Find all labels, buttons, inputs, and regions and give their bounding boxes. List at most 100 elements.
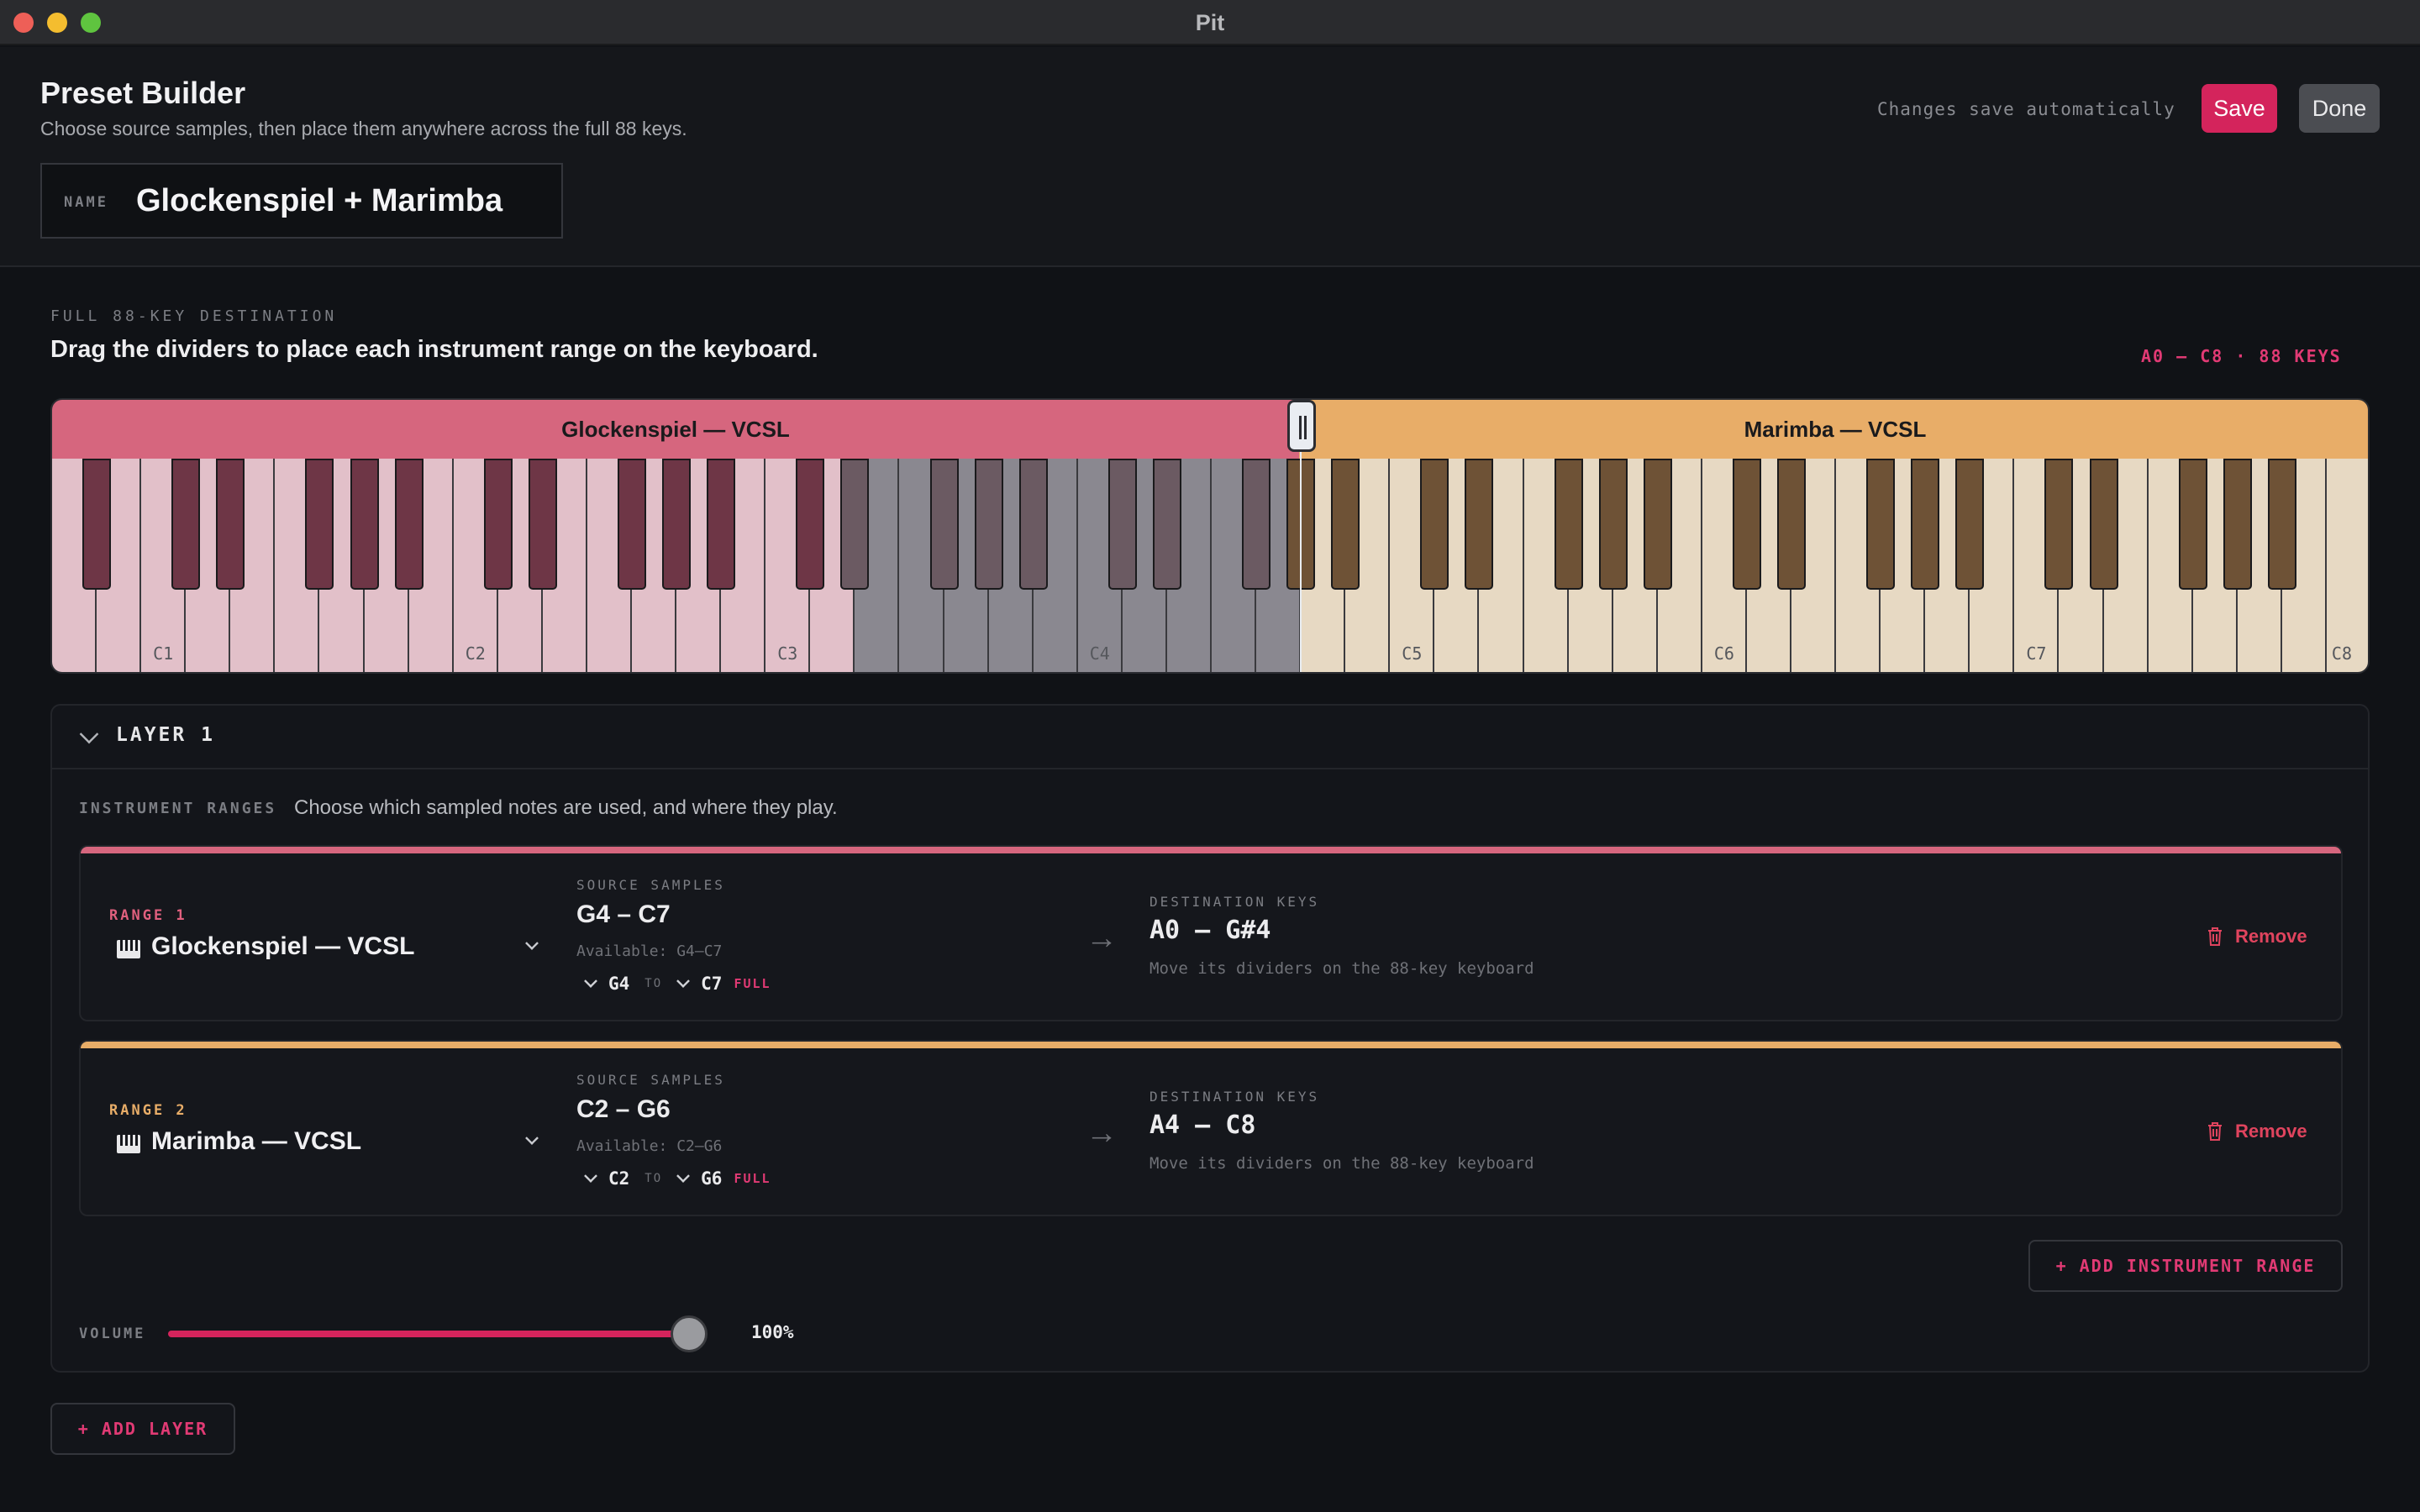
octave-label: C1: [153, 643, 174, 664]
piano-keys[interactable]: C1 C2 C3 C4 C5 C6 C7 C8: [52, 459, 2368, 672]
black-key[interactable]: [483, 459, 513, 590]
full-range-badge[interactable]: FULL: [734, 976, 771, 991]
chevron-down-icon[interactable]: [676, 974, 691, 988]
volume-label: VOLUME: [79, 1326, 146, 1342]
source-samples-value: C2 – G6: [576, 1095, 671, 1123]
instrument-ranges-desc: Choose which sampled notes are used, and…: [294, 796, 838, 819]
black-key[interactable]: [1420, 459, 1449, 590]
source-to-select[interactable]: C7: [701, 974, 722, 994]
black-key[interactable]: [528, 459, 557, 590]
source-range-selectors: G4 TO C7 FULL: [584, 973, 771, 995]
title-bar: Pit: [0, 0, 2420, 45]
full-range-badge[interactable]: FULL: [734, 1171, 771, 1186]
white-key[interactable]: C8: [2326, 459, 2368, 672]
black-key[interactable]: [1598, 459, 1628, 590]
add-range-label: ADD INSTRUMENT RANGE: [2079, 1256, 2316, 1276]
save-button[interactable]: Save: [2202, 84, 2277, 133]
black-key[interactable]: [350, 459, 379, 590]
remove-range-button[interactable]: Remove: [2207, 926, 2307, 948]
black-key[interactable]: [1732, 459, 1761, 590]
chevron-down-icon[interactable]: [584, 1169, 597, 1183]
black-key[interactable]: [171, 459, 201, 590]
black-key[interactable]: [2267, 459, 2296, 590]
black-key[interactable]: [1777, 459, 1806, 590]
volume-slider-thumb[interactable]: [671, 1315, 708, 1352]
volume-slider-track[interactable]: [168, 1331, 689, 1337]
black-key[interactable]: [1465, 459, 1494, 590]
range-card-1: RANGE 1 Glockenspiel — VCSL SOURCE SAMPL…: [79, 845, 2343, 1021]
instrument-select-value[interactable]: Glockenspiel — VCSL: [151, 932, 414, 961]
black-key[interactable]: [929, 459, 959, 590]
chevron-down-icon[interactable]: [525, 1131, 539, 1145]
preset-name-value[interactable]: Glockenspiel + Marimba: [136, 183, 502, 219]
chevron-down-icon[interactable]: [525, 937, 539, 950]
black-key[interactable]: [840, 459, 870, 590]
black-key[interactable]: [1955, 459, 1985, 590]
chevron-down-icon[interactable]: [676, 1169, 691, 1183]
remove-range-button[interactable]: Remove: [2207, 1121, 2307, 1142]
band-glockenspiel[interactable]: Glockenspiel — VCSL: [52, 400, 1299, 459]
band-label-glockenspiel: Glockenspiel — VCSL: [561, 416, 790, 442]
piano-icon: [117, 940, 140, 958]
black-key[interactable]: [974, 459, 1003, 590]
add-instrument-range-button[interactable]: + ADD INSTRUMENT RANGE: [2028, 1240, 2343, 1292]
black-key[interactable]: [1018, 459, 1048, 590]
black-key[interactable]: [1331, 459, 1360, 590]
black-key[interactable]: [1643, 459, 1672, 590]
octave-label: C4: [1089, 643, 1110, 664]
piano-keyboard[interactable]: Glockenspiel — VCSL Marimba — VCSL C1 C2 C…: [50, 398, 2370, 674]
black-key[interactable]: [1554, 459, 1583, 590]
black-key[interactable]: [2178, 459, 2207, 590]
chevron-down-icon[interactable]: [79, 724, 99, 744]
source-to-text: TO: [644, 977, 663, 990]
plus-icon: +: [2055, 1256, 2068, 1276]
remove-label: Remove: [2235, 926, 2307, 947]
octave-label: C5: [1402, 643, 1423, 664]
black-key[interactable]: [2044, 459, 2074, 590]
done-button[interactable]: Done: [2299, 84, 2380, 133]
black-key[interactable]: [2223, 459, 2252, 590]
black-key[interactable]: [618, 459, 646, 590]
black-key[interactable]: [1107, 459, 1137, 590]
black-key[interactable]: [1242, 459, 1271, 590]
chevron-down-icon[interactable]: [584, 974, 597, 988]
black-key[interactable]: [305, 459, 334, 590]
add-layer-button[interactable]: + ADD LAYER: [50, 1403, 235, 1455]
source-from-select[interactable]: C2: [608, 1168, 629, 1189]
arrow-right-icon: →: [1086, 1116, 1118, 1151]
trash-icon: [2208, 927, 2222, 946]
keyboard-section-label: FULL 88-KEY DESTINATION: [50, 307, 338, 325]
source-to-select[interactable]: G6: [701, 1168, 722, 1189]
instrument-select-value[interactable]: Marimba — VCSL: [151, 1127, 361, 1156]
layer-panel: LAYER 1 INSTRUMENT RANGES Choose which s…: [50, 704, 2370, 1373]
source-available: Available: G4–C7: [576, 942, 723, 960]
preset-name-field[interactable]: NAME Glockenspiel + Marimba: [40, 163, 563, 239]
layer-title: LAYER 1: [116, 724, 215, 746]
page-title: Preset Builder: [40, 76, 246, 110]
black-key[interactable]: [707, 459, 736, 590]
range-number: RANGE 2: [109, 1102, 187, 1119]
range-divider-handle[interactable]: [1287, 400, 1316, 452]
destination-hint: Move its dividers on the 88-key keyboard: [1150, 1154, 1534, 1173]
arrow-right-icon: →: [1086, 921, 1118, 956]
plus-icon: +: [77, 1419, 90, 1439]
black-key[interactable]: [1152, 459, 1181, 590]
source-from-select[interactable]: G4: [608, 974, 629, 994]
destination-keys-value: A4 – C8: [1150, 1110, 1256, 1140]
black-key[interactable]: [2089, 459, 2118, 590]
volume-value: 100%: [751, 1322, 794, 1342]
black-key[interactable]: [82, 459, 112, 590]
octave-label: C6: [1713, 643, 1734, 664]
source-samples-value: G4 – C7: [576, 900, 671, 928]
black-key[interactable]: [1911, 459, 1940, 590]
black-key[interactable]: [394, 459, 424, 590]
range-color-bar: [81, 1042, 2341, 1048]
layer-header[interactable]: LAYER 1: [52, 706, 2368, 769]
black-key[interactable]: [216, 459, 245, 590]
black-key[interactable]: [662, 459, 692, 590]
range-color-bar: [81, 847, 2341, 853]
destination-hint: Move its dividers on the 88-key keyboard: [1150, 959, 1534, 978]
black-key[interactable]: [1866, 459, 1896, 590]
band-marimba[interactable]: Marimba — VCSL: [1299, 400, 2368, 459]
black-key[interactable]: [796, 459, 825, 590]
